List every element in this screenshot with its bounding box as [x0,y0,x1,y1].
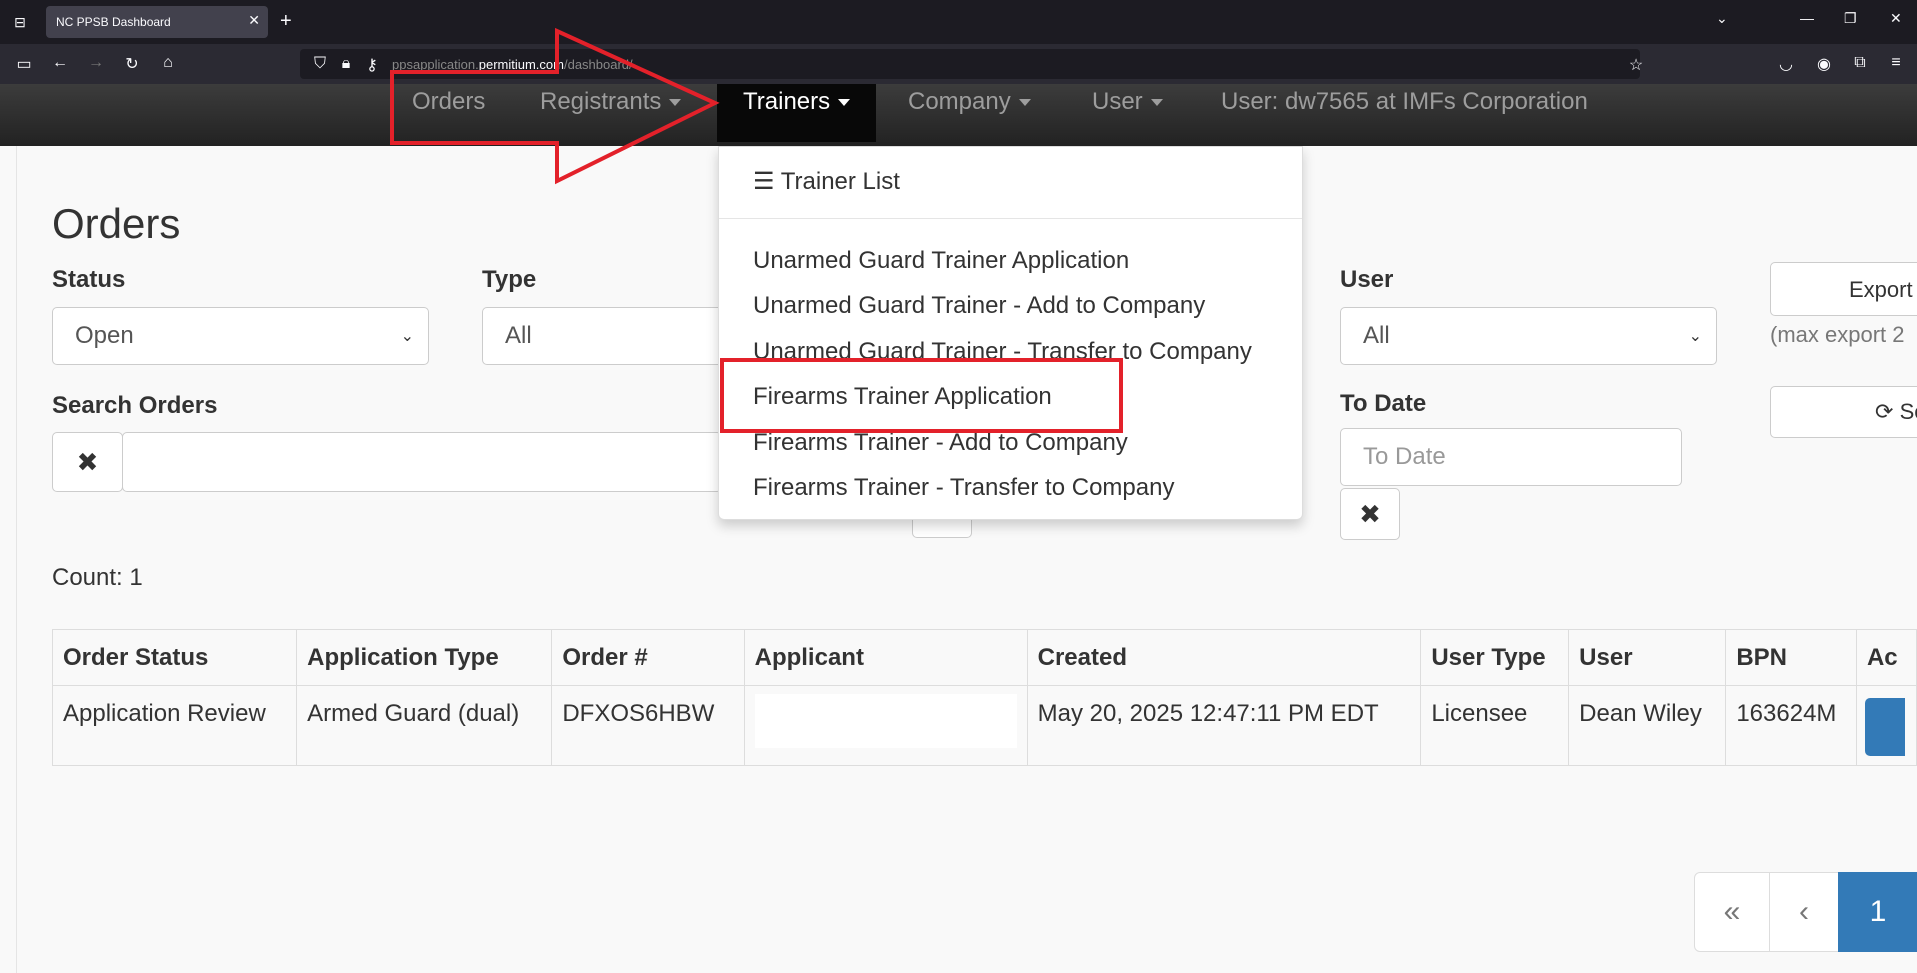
annotation-arrow [390,27,720,185]
arrow-right-icon [390,27,720,185]
